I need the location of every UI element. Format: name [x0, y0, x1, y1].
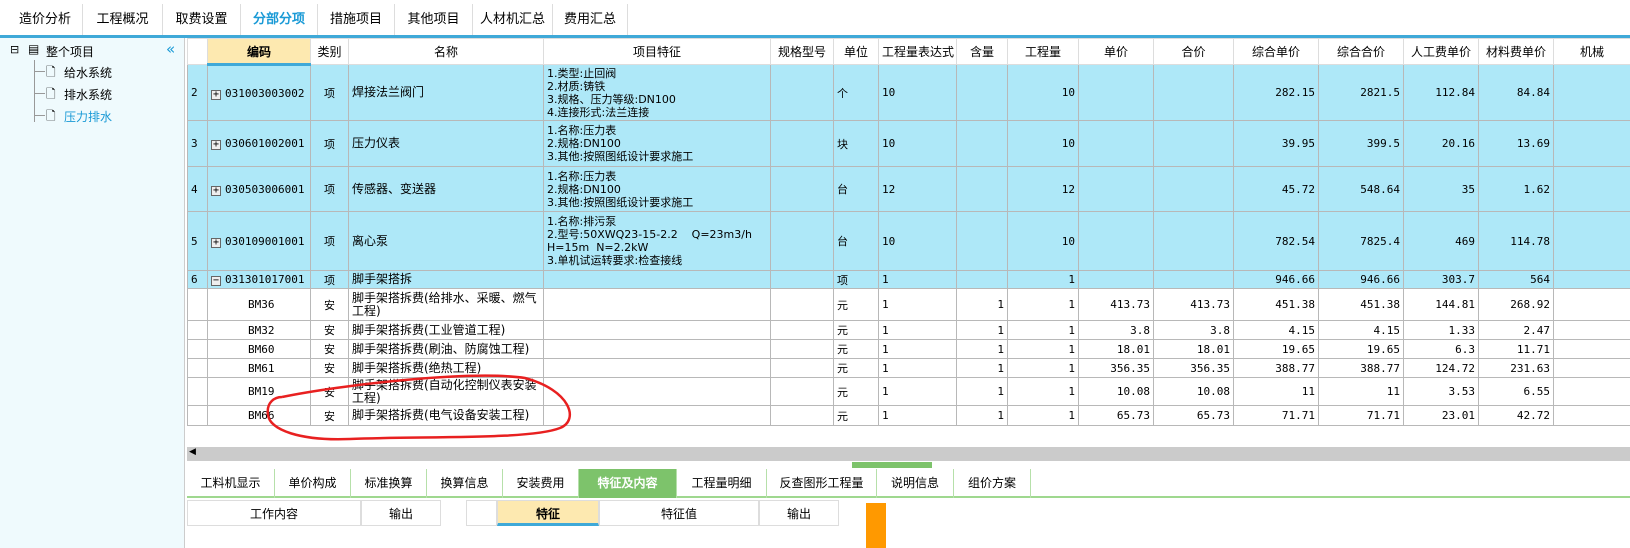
bottom-tab[interactable]: 反查图形工程量	[767, 469, 877, 498]
horizontal-scrollbar[interactable]: ◀	[187, 447, 1630, 461]
bottom-tab[interactable]: 工料机显示	[187, 469, 275, 498]
red-annotation-circle	[266, 374, 572, 441]
work-content-header: 工作内容	[187, 500, 361, 526]
orange-marker	[866, 503, 886, 548]
scroll-left-icon[interactable]: ◀	[189, 447, 196, 457]
bottom-tab[interactable]: 单价构成	[275, 469, 351, 498]
feature-value-header: 特征值	[599, 500, 759, 526]
bottom-tab[interactable]: 工程量明细	[677, 469, 767, 498]
splitter-handle[interactable]	[852, 462, 932, 468]
bottom-tab[interactable]: 安装费用	[503, 469, 579, 498]
bottom-tab[interactable]: 换算信息	[427, 469, 503, 498]
output-header-left[interactable]: 输出	[361, 500, 441, 526]
bottom-tab[interactable]: 特征及内容	[579, 469, 677, 498]
output-header-right[interactable]: 输出	[759, 500, 839, 526]
bottom-tab[interactable]: 标准换算	[351, 469, 427, 498]
bottom-tab[interactable]: 组价方案	[954, 469, 1031, 498]
feature-header: 特征	[497, 500, 599, 526]
bottom-tab-bar: 工料机显示 单价构成 标准换算 换算信息 安装费用 特征及内容 工程量明细 反查图形工程量 说明…	[187, 469, 1630, 498]
blank-header	[466, 500, 497, 526]
bottom-tab[interactable]: 说明信息	[877, 469, 954, 498]
